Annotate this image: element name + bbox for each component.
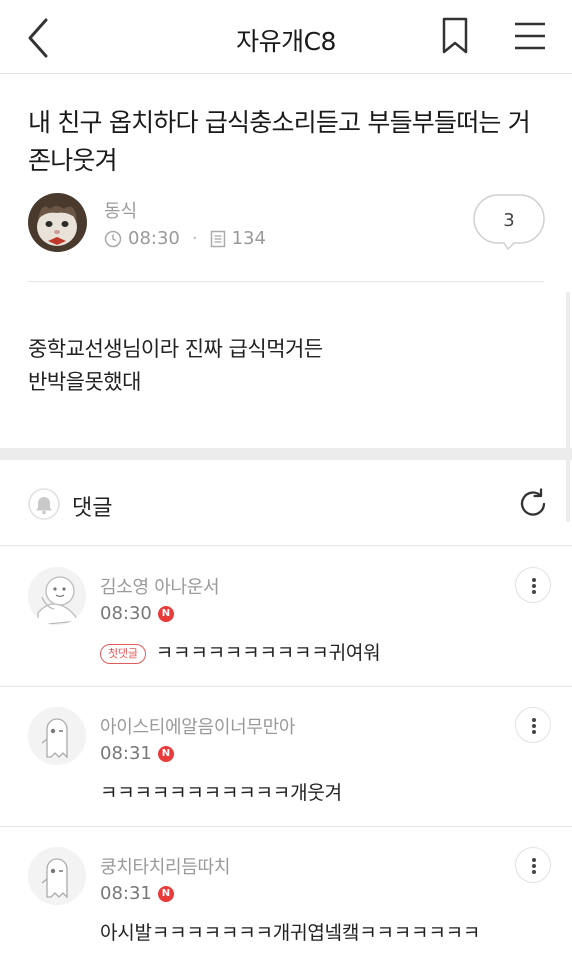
first-comment-tag: 첫댓글 (100, 643, 146, 664)
character-avatar-image (28, 567, 86, 625)
more-vertical-icon-dot (532, 584, 536, 588)
commenter-avatar[interactable] (28, 847, 86, 905)
post-body-line: 중학교선생님이라 진짜 급식먹거든 (28, 337, 323, 361)
comment-text: ㅋㅋㅋㅋㅋㅋㅋㅋㅋㅋㅋ개웃겨 (100, 782, 342, 804)
more-vertical-icon-dot (532, 718, 536, 722)
clock-icon (104, 230, 122, 247)
section-gap (0, 448, 572, 460)
comment-item: 쿵치타치리듬따치 08:31 N 아시발ㅋㅋㅋㅋㅋㅋㅋ개귀엽넼캨ㅋㅋㅋㅋㅋㅋㅋ (0, 827, 572, 960)
view-count: 134 (231, 228, 266, 249)
refresh-icon (520, 488, 546, 516)
refresh-button[interactable] (516, 487, 550, 521)
top-bar: 자유개C8 (0, 0, 572, 74)
document-icon (210, 230, 225, 247)
post-body: 중학교선생님이라 진짜 급식먹거든 반박을못했대 (28, 333, 548, 399)
new-badge: N (157, 885, 174, 902)
ghost-avatar-image (28, 707, 86, 765)
cat-avatar-image (28, 193, 87, 252)
comment-time: 08:30 (100, 603, 152, 624)
post-title: 내 친구 옵치하다 급식충소리듣고 부들부들떠는 거 존나웃겨 (28, 108, 531, 175)
comment-text: ㅋㅋㅋㅋㅋㅋㅋㅋㅋㅋ귀여워 (155, 642, 381, 664)
more-vertical-icon-dot (532, 870, 536, 874)
author-avatar[interactable] (28, 193, 87, 252)
comment-time-row: 08:31 N (100, 883, 174, 904)
new-badge: N (157, 745, 174, 762)
comment-time-row: 08:31 N (100, 743, 174, 764)
comment-time-row: 08:30 N (100, 603, 174, 624)
more-vertical-icon-dot (532, 730, 536, 734)
meta-separator: · (191, 228, 198, 249)
commenter-avatar[interactable] (28, 707, 86, 765)
board-title: 자유개C8 (236, 27, 336, 56)
more-vertical-icon-dot (532, 578, 536, 582)
comment-time: 08:31 (100, 883, 152, 904)
divider (28, 281, 544, 282)
commenter-name[interactable]: 김소영 아나운서 (100, 573, 220, 599)
comment-count-button[interactable]: 3 (472, 193, 546, 251)
more-vertical-icon-dot (532, 858, 536, 862)
author-name[interactable]: 동식 (104, 197, 137, 223)
commenter-name[interactable]: 쿵치타치리듬따치 (100, 853, 230, 879)
notification-toggle[interactable] (28, 488, 60, 520)
hamburger-menu-icon (515, 22, 545, 50)
comments-label: 댓글 (72, 496, 113, 521)
bell-icon (28, 488, 60, 520)
comment-count: 3 (503, 210, 515, 231)
post-body-line: 반박을못했대 (28, 370, 141, 394)
more-vertical-icon-dot (532, 724, 536, 728)
more-vertical-icon-dot (532, 864, 536, 868)
more-vertical-icon-dot (532, 590, 536, 594)
comment-text-row: 첫댓글 ㅋㅋㅋㅋㅋㅋㅋㅋㅋㅋ귀여워 (100, 638, 381, 665)
new-badge: N (157, 605, 174, 622)
comment-item: 김소영 아나운서 08:30 N 첫댓글 ㅋㅋㅋㅋㅋㅋㅋㅋㅋㅋ귀여워 (0, 547, 572, 687)
commenter-name[interactable]: 아이스티에알음이너무만아 (100, 713, 295, 739)
more-options-button[interactable] (515, 707, 551, 743)
comment-item: 아이스티에알음이너무만아 08:31 N ㅋㅋㅋㅋㅋㅋㅋㅋㅋㅋㅋ개웃겨 (0, 687, 572, 827)
post-time: 08:30 (128, 228, 180, 249)
bookmark-icon (442, 17, 468, 54)
post-meta: 08:30 · 134 (104, 228, 266, 249)
comment-text: 아시발ㅋㅋㅋㅋㅋㅋㅋ개귀엽넼캨ㅋㅋㅋㅋㅋㅋㅋ (100, 922, 481, 944)
more-options-button[interactable] (515, 567, 551, 603)
comments-header: 댓글 (0, 460, 572, 546)
commenter-avatar[interactable] (28, 567, 86, 625)
comment-time: 08:31 (100, 743, 152, 764)
ghost-avatar-image (28, 847, 86, 905)
more-options-button[interactable] (515, 847, 551, 883)
menu-button[interactable] (512, 18, 548, 54)
bookmark-button[interactable] (438, 16, 472, 56)
post-author-row: 동식 08:30 · 134 3 (28, 193, 548, 253)
